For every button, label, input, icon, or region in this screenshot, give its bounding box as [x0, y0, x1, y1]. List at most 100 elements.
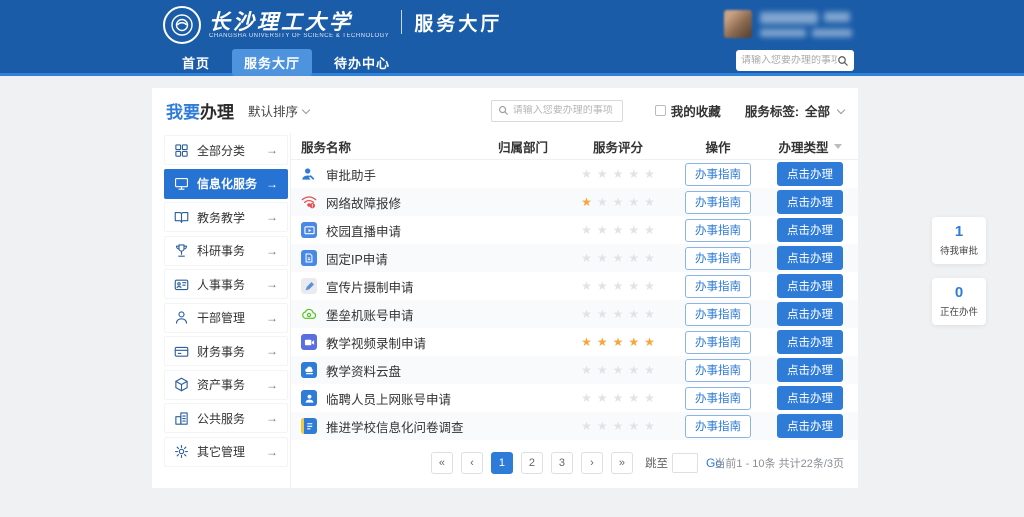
workflow-card[interactable]: 0 正在办件 [932, 278, 986, 325]
apply-button[interactable]: 点击办理 [777, 330, 843, 354]
page-1-button[interactable]: 1 [491, 452, 513, 474]
guide-button[interactable]: 办事指南 [685, 191, 751, 214]
service-search[interactable] [491, 100, 623, 122]
guide-button[interactable]: 办事指南 [685, 275, 751, 298]
workflow-label: 待我审批 [934, 243, 984, 257]
sort-dropdown[interactable]: 默认排序 [248, 101, 309, 120]
service-name[interactable]: 教学资料云盘 [326, 361, 401, 380]
service-name[interactable]: 校园直播申请 [326, 221, 401, 240]
guide-button[interactable]: 办事指南 [685, 359, 751, 382]
search-icon[interactable] [837, 55, 849, 67]
apply-button[interactable]: 点击办理 [777, 246, 843, 270]
star-icon: ★ [628, 167, 639, 181]
column-header[interactable]: 办理类型 [762, 137, 858, 156]
service-row[interactable]: 审批助手 ★★★★★ 办事指南 点击办理 [291, 160, 858, 188]
sidebar-item[interactable]: 干部管理 → [164, 303, 288, 333]
apply-button[interactable]: 点击办理 [777, 358, 843, 382]
guide-button[interactable]: 办事指南 [685, 247, 751, 270]
page-next-button[interactable]: › [581, 452, 603, 474]
favorites-filter[interactable]: 我的收藏 [655, 101, 721, 120]
guide-button[interactable]: 办事指南 [685, 331, 751, 354]
service-row[interactable]: 推进学校信息化问卷调查 ★★★★★ 办事指南 点击办理 [291, 412, 858, 440]
page-3-button[interactable]: 3 [551, 452, 573, 474]
star-icon: ★ [644, 335, 655, 349]
apply-button[interactable]: 点击办理 [777, 414, 843, 438]
nav-tab-2[interactable]: 待办中心 [322, 49, 402, 76]
apply-button[interactable]: 点击办理 [777, 162, 843, 186]
filter-icon[interactable] [834, 144, 842, 149]
nav-tab-0[interactable]: 首页 [170, 49, 222, 76]
service-search-input[interactable] [513, 105, 616, 116]
idcard-icon [174, 277, 189, 292]
toolbar: 我要办理 默认排序 我的收藏 服务标签: 全部 [152, 88, 858, 133]
star-icon: ★ [581, 167, 592, 181]
pencil-edit-icon [301, 278, 317, 294]
service-row[interactable]: 教学资料云盘 ★★★★★ 办事指南 点击办理 [291, 356, 858, 384]
favorites-checkbox[interactable] [655, 105, 666, 116]
apply-button[interactable]: 点击办理 [777, 302, 843, 326]
user-block[interactable] [724, 10, 852, 38]
service-name[interactable]: 教学视频录制申请 [326, 333, 426, 352]
star-icon: ★ [597, 335, 608, 349]
sidebar-item[interactable]: 财务事务 → [164, 336, 288, 366]
university-emblem-icon [163, 6, 201, 44]
service-name[interactable]: 推进学校信息化问卷调查 [326, 417, 464, 436]
star-icon: ★ [597, 223, 608, 237]
apply-button[interactable]: 点击办理 [777, 190, 843, 214]
sidebar-item[interactable]: 科研事务 → [164, 236, 288, 266]
page-first-button[interactable]: « [431, 452, 453, 474]
guide-button[interactable]: 办事指南 [685, 387, 751, 410]
apply-button[interactable]: 点击办理 [777, 386, 843, 410]
monitor-icon [174, 176, 189, 191]
page-prev-button[interactable]: ‹ [461, 452, 483, 474]
star-icon: ★ [613, 251, 624, 265]
service-row[interactable]: 堡垒机账号申请 ★★★★★ 办事指南 点击办理 [291, 300, 858, 328]
star-icon: ★ [644, 363, 655, 377]
sidebar-item[interactable]: 全部分类 → [164, 135, 288, 165]
guide-button[interactable]: 办事指南 [685, 415, 751, 438]
page-last-button[interactable]: » [611, 452, 633, 474]
star-icon: ★ [581, 223, 592, 237]
apply-button[interactable]: 点击办理 [777, 218, 843, 242]
sidebar-item[interactable]: 其它管理 → [164, 437, 288, 467]
document-ip-icon [301, 250, 317, 266]
service-row[interactable]: 教学视频录制申请 ★★★★★ 办事指南 点击办理 [291, 328, 858, 356]
sidebar-item[interactable]: 人事事务 → [164, 269, 288, 299]
service-name[interactable]: 宣传片摄制申请 [326, 277, 414, 296]
star-icon: ★ [628, 279, 639, 293]
star-icon: ★ [581, 307, 592, 321]
service-name[interactable]: 审批助手 [326, 165, 376, 184]
service-tag-dropdown[interactable]: 服务标签: 全部 [745, 101, 844, 120]
nav-tab-1[interactable]: 服务大厅 [232, 49, 312, 76]
trophy-icon [174, 243, 189, 258]
workflow-label: 正在办件 [934, 304, 984, 318]
service-row[interactable]: 临聘人员上网账号申请 ★★★★★ 办事指南 点击办理 [291, 384, 858, 412]
service-row[interactable]: 固定IP申请 ★★★★★ 办事指南 点击办理 [291, 244, 858, 272]
guide-button[interactable]: 办事指南 [685, 303, 751, 326]
sidebar-item[interactable]: 信息化服务 → [164, 169, 288, 199]
header-search[interactable] [736, 50, 854, 71]
guide-button[interactable]: 办事指南 [685, 163, 751, 186]
service-row[interactable]: 网络故障报修 ★★★★★ 办事指南 点击办理 [291, 188, 858, 216]
sidebar-item[interactable]: 资产事务 → [164, 370, 288, 400]
logo-divider [401, 10, 402, 34]
sidebar-item[interactable]: 公共服务 → [164, 403, 288, 433]
service-name[interactable]: 临聘人员上网账号申请 [326, 389, 451, 408]
header-search-input[interactable] [741, 55, 837, 66]
star-icon: ★ [597, 279, 608, 293]
user-avatar[interactable] [724, 10, 752, 38]
sidebar-item[interactable]: 教务教学 → [164, 202, 288, 232]
star-icon: ★ [613, 419, 624, 433]
workflow-card[interactable]: 1 待我审批 [932, 217, 986, 264]
service-name[interactable]: 固定IP申请 [326, 249, 388, 268]
page-title-highlight: 我要 [166, 103, 200, 122]
guide-button[interactable]: 办事指南 [685, 219, 751, 242]
service-row[interactable]: 校园直播申请 ★★★★★ 办事指南 点击办理 [291, 216, 858, 244]
service-name[interactable]: 堡垒机账号申请 [326, 305, 414, 324]
service-name[interactable]: 网络故障报修 [326, 193, 401, 212]
service-row[interactable]: 宣传片摄制申请 ★★★★★ 办事指南 点击办理 [291, 272, 858, 300]
jump-page-input[interactable] [672, 453, 698, 473]
apply-button[interactable]: 点击办理 [777, 274, 843, 298]
page-2-button[interactable]: 2 [521, 452, 543, 474]
building-icon [174, 411, 189, 426]
